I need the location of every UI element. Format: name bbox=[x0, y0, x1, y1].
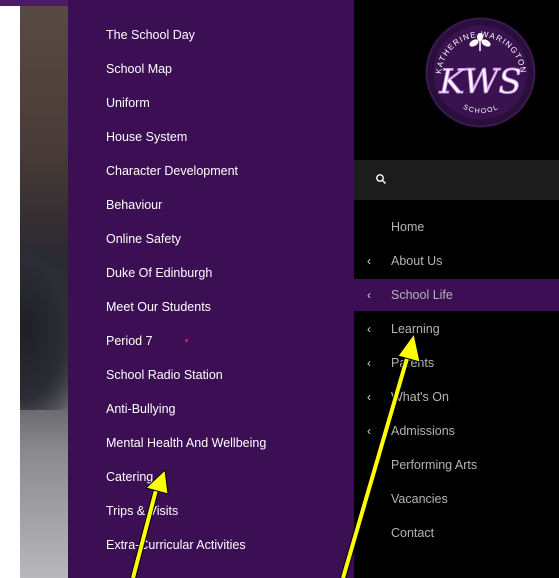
top-strip bbox=[0, 0, 70, 6]
nav-item-learning[interactable]: Learning bbox=[391, 321, 440, 337]
submenu-item-extra-curricular-activities[interactable]: Extra-Curricular Activities bbox=[106, 537, 246, 553]
submenu-item-school-map[interactable]: School Map bbox=[106, 61, 172, 77]
submenu-item-anti-bullying[interactable]: Anti-Bullying bbox=[106, 401, 175, 417]
submenu-item-catering[interactable]: Catering bbox=[106, 469, 153, 485]
logo-monogram: KWS bbox=[438, 62, 521, 102]
chevron-left-icon[interactable]: ‹ bbox=[367, 253, 371, 269]
submenu-item-trips-and-visits[interactable]: Trips & Visits bbox=[106, 503, 178, 519]
nav-item-home[interactable]: Home bbox=[391, 219, 424, 235]
submenu-item-behaviour[interactable]: Behaviour bbox=[106, 197, 162, 213]
submenu-item-uniform[interactable]: Uniform bbox=[106, 95, 150, 111]
nav-item-school-life[interactable]: School Life bbox=[391, 287, 453, 303]
cursor-dot bbox=[185, 339, 188, 342]
nav-active-highlight bbox=[354, 279, 559, 311]
school-logo-emblem: KATHERINE WARINGTON SCHOOL KWS bbox=[425, 17, 536, 128]
submenu-item-meet-our-students[interactable]: Meet Our Students bbox=[106, 299, 211, 315]
submenu-item-online-safety[interactable]: Online Safety bbox=[106, 231, 181, 247]
school-logo[interactable]: KATHERINE WARINGTON SCHOOL KWS bbox=[423, 15, 538, 130]
chevron-left-icon[interactable]: ‹ bbox=[367, 423, 371, 439]
nav-item-whats-on[interactable]: What's On bbox=[391, 389, 449, 405]
nav-item-performing-arts[interactable]: Performing Arts bbox=[391, 457, 477, 473]
submenu-item-character-development[interactable]: Character Development bbox=[106, 163, 238, 179]
submenu-item-period-7[interactable]: Period 7 bbox=[106, 333, 153, 349]
search-icon[interactable] bbox=[375, 173, 387, 185]
nav-item-about-us[interactable]: About Us bbox=[391, 253, 442, 269]
chevron-left-icon[interactable]: ‹ bbox=[367, 287, 371, 303]
submenu-item-school-radio-station[interactable]: School Radio Station bbox=[106, 367, 223, 383]
submenu-item-mental-health-and-wellbeing[interactable]: Mental Health And Wellbeing bbox=[106, 435, 266, 451]
school-life-submenu: The School Day School Map Uniform House … bbox=[68, 0, 355, 578]
submenu-item-the-school-day[interactable]: The School Day bbox=[106, 27, 195, 43]
chevron-left-icon[interactable]: ‹ bbox=[367, 321, 371, 337]
nav-item-admissions[interactable]: Admissions bbox=[391, 423, 455, 439]
submenu-item-duke-of-edinburgh[interactable]: Duke Of Edinburgh bbox=[106, 265, 212, 281]
nav-item-vacancies[interactable]: Vacancies bbox=[391, 491, 448, 507]
submenu-item-house-system[interactable]: House System bbox=[106, 129, 187, 145]
nav-item-contact[interactable]: Contact bbox=[391, 525, 434, 541]
nav-item-parents[interactable]: Parents bbox=[391, 355, 434, 371]
chevron-left-icon[interactable]: ‹ bbox=[367, 389, 371, 405]
background-photo bbox=[20, 0, 70, 578]
chevron-left-icon[interactable]: ‹ bbox=[367, 355, 371, 371]
